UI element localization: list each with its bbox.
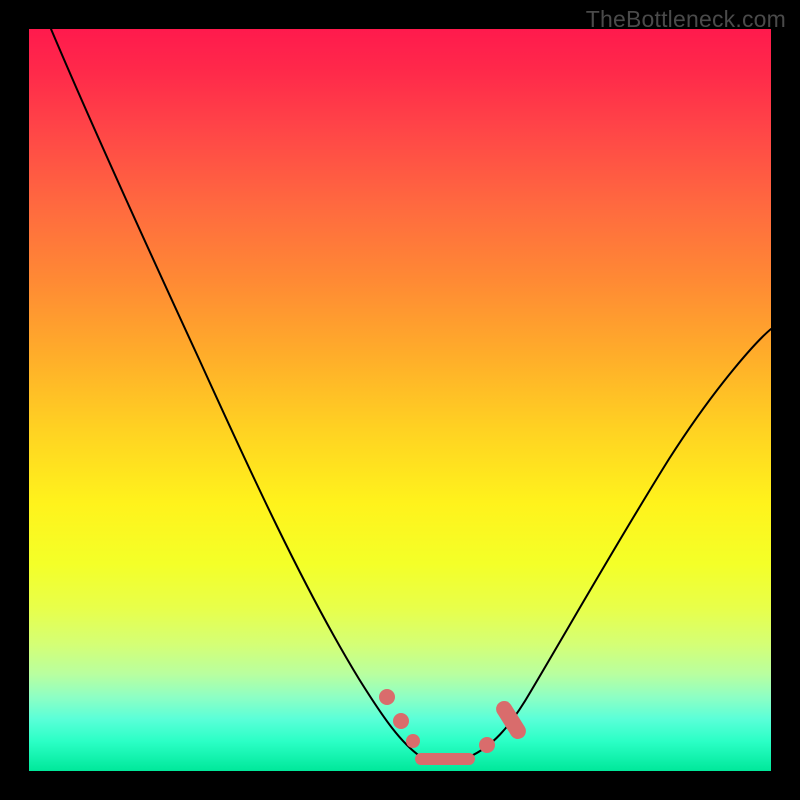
plot-area xyxy=(29,29,771,771)
marker-dot xyxy=(479,737,495,753)
curve-left-branch xyxy=(51,29,421,757)
marker-dot xyxy=(393,713,409,729)
marker-dot xyxy=(379,689,395,705)
outer-frame: TheBottleneck.com xyxy=(0,0,800,800)
curve-right-branch xyxy=(469,329,771,757)
chart-svg xyxy=(29,29,771,771)
marker-dot xyxy=(406,734,420,748)
